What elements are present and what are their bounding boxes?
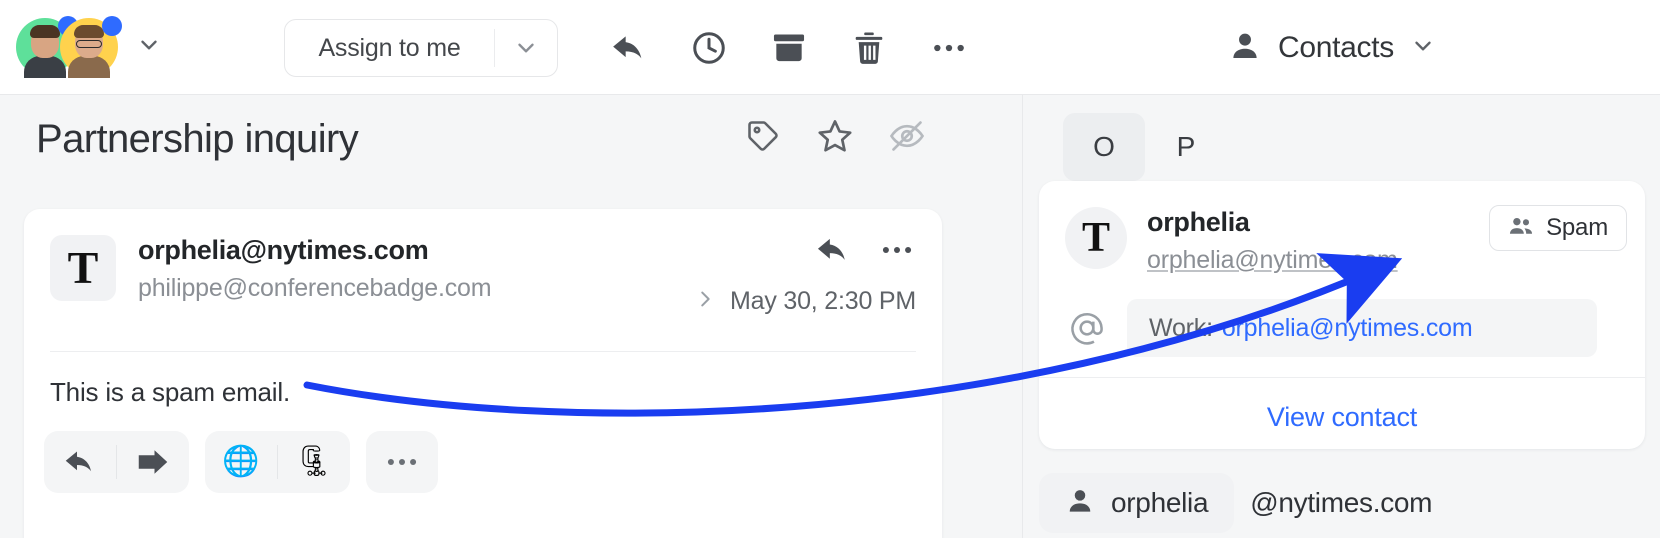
contacts-label: Contacts	[1278, 31, 1394, 64]
avatar-glasses	[76, 40, 102, 48]
contact-work-email-row: Work: orphelia@nytimes.com	[1065, 299, 1597, 357]
contact-domain-text: @nytimes.com	[1250, 487, 1433, 518]
archive-button[interactable]	[760, 19, 818, 77]
avatar-body	[68, 56, 110, 78]
divider	[50, 351, 916, 352]
avatar-hair	[74, 25, 104, 38]
people-icon	[1508, 213, 1534, 244]
thread-header-actions	[740, 113, 930, 159]
person-icon	[1228, 29, 1262, 68]
avatar-hair	[30, 25, 60, 38]
work-email-link[interactable]: orphelia@nytimes.com	[1222, 314, 1473, 343]
more-actions-button[interactable]	[366, 431, 438, 493]
reply-forward-group	[44, 431, 189, 493]
assign-to-me-label: Assign to me	[318, 33, 461, 62]
contacts-button[interactable]: Contacts	[1228, 18, 1436, 78]
contact-card: T orphelia orphelia@nytimes.com Spam Wor…	[1039, 181, 1645, 449]
chevron-down-icon[interactable]	[495, 35, 557, 61]
clamp-emoji: 🗜	[294, 445, 334, 478]
spam-label: Spam	[1546, 214, 1608, 241]
reply-button[interactable]	[600, 19, 658, 77]
star-icon[interactable]	[812, 113, 858, 159]
email-message-card: T orphelia@nytimes.com philippe@conferen…	[24, 209, 942, 538]
reply-action-button[interactable]	[44, 431, 116, 493]
at-icon	[1065, 309, 1109, 347]
email-client-window: Assign to me Contacts Partnership inquir…	[0, 0, 1660, 538]
globe-icon[interactable]: 🌐	[205, 431, 277, 493]
person-icon	[1065, 486, 1095, 521]
nyt-logo-glyph: T	[1081, 215, 1110, 261]
contact-tabs: O P	[1063, 113, 1227, 181]
eye-off-icon[interactable]	[884, 113, 930, 159]
more-actions-group	[366, 431, 438, 493]
assign-to-me-button[interactable]: Assign to me	[284, 19, 558, 77]
chevron-down-icon[interactable]	[136, 32, 162, 63]
avatar-status-badge	[102, 16, 122, 36]
recipient-email: philippe@conferencebadge.com	[138, 274, 492, 302]
contact-card-header: T orphelia orphelia@nytimes.com Spam	[1039, 181, 1645, 275]
chevron-down-icon[interactable]	[1410, 33, 1436, 64]
more-options-button[interactable]	[920, 19, 978, 77]
contacts-pane: O P T orphelia orphelia@nytimes.com Spam…	[1022, 95, 1660, 538]
snooze-button[interactable]	[680, 19, 738, 77]
work-email-label: Work:	[1149, 313, 1213, 342]
tag-icon[interactable]	[740, 113, 786, 159]
tab-o-label: O	[1093, 131, 1115, 162]
thread-header: Partnership inquiry	[0, 95, 1022, 183]
work-email-field[interactable]: Work: orphelia@nytimes.com	[1127, 299, 1597, 357]
assignee-avatar-group[interactable]	[16, 16, 162, 78]
email-body-text: This is a spam email.	[50, 377, 290, 407]
avatar-photo	[68, 25, 110, 78]
globe-emoji: 🌐	[222, 445, 260, 478]
forward-action-button[interactable]	[117, 431, 189, 493]
thread-pane: Partnership inquiry T orphelia@nytimes.c…	[0, 95, 1022, 538]
page-title: Partnership inquiry	[36, 116, 359, 161]
divider	[1039, 377, 1645, 378]
email-header: T orphelia@nytimes.com philippe@conferen…	[24, 209, 942, 315]
tab-p-label: P	[1176, 131, 1196, 162]
email-action-bar: 🌐 🗜	[44, 431, 438, 493]
contact-avatar: T	[1065, 207, 1127, 269]
top-toolbar: Assign to me Contacts	[0, 0, 1660, 95]
contact-identity: orphelia orphelia@nytimes.com	[1147, 207, 1398, 275]
email-meta: May 30, 2:30 PM	[694, 287, 916, 316]
email-addresses: orphelia@nytimes.com philippe@conference…	[138, 235, 492, 303]
email-date: May 30, 2:30 PM	[730, 287, 916, 315]
delete-button[interactable]	[840, 19, 898, 77]
contact-name: orphelia	[1147, 207, 1250, 237]
tab-p[interactable]: P	[1145, 113, 1227, 181]
nyt-logo-glyph: T	[67, 242, 99, 293]
contact-chip-label: orphelia	[1111, 487, 1209, 518]
reply-icon[interactable]	[814, 231, 852, 274]
translate-attach-group: 🌐 🗜	[205, 431, 350, 493]
tab-o[interactable]: O	[1063, 113, 1145, 181]
contact-email[interactable]: orphelia@nytimes.com	[1147, 246, 1398, 275]
avatar-body	[24, 56, 66, 78]
sender-avatar: T	[50, 235, 116, 301]
contact-name-chip[interactable]: orphelia	[1039, 473, 1235, 533]
contact-suggestion-row: orphelia @nytimes.com	[1039, 473, 1433, 533]
email-header-actions	[814, 231, 916, 274]
more-horizontal-icon[interactable]	[878, 231, 916, 274]
message-actions-toolbar	[600, 19, 978, 77]
spam-button[interactable]: Spam	[1489, 205, 1627, 251]
view-contact-link[interactable]: View contact	[1039, 389, 1645, 445]
chevron-right-icon[interactable]	[694, 288, 716, 315]
clamp-icon[interactable]: 🗜	[278, 431, 350, 493]
sender-email: orphelia@nytimes.com	[138, 235, 429, 265]
avatar[interactable]	[60, 16, 122, 78]
